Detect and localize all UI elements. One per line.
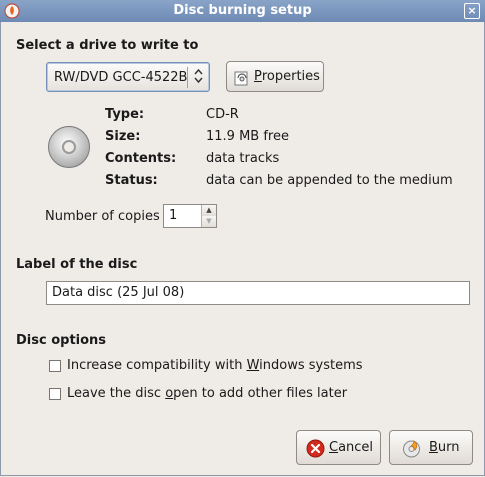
- options-heading: Disc options: [16, 333, 107, 348]
- type-value: CD-R: [206, 107, 239, 122]
- cancel-label-post: ancel: [338, 440, 374, 455]
- burn-mnemonic: B: [429, 440, 438, 455]
- windows-compat-label[interactable]: Increase compatibility with Windows syst…: [67, 358, 363, 373]
- opt1-pre: Increase compatibility with: [67, 358, 247, 373]
- type-label: Type:: [105, 107, 145, 122]
- burn-icon: [403, 440, 420, 458]
- contents-value: data tracks: [206, 151, 280, 166]
- drive-heading: Select a drive to write to: [16, 38, 199, 53]
- status-value: data can be appended to the medium: [206, 173, 453, 188]
- contents-label: Contents:: [105, 151, 177, 166]
- size-value: 11.9 MB free: [206, 129, 289, 144]
- status-label: Status:: [105, 173, 158, 188]
- opt1-mnemonic: W: [246, 358, 260, 373]
- cd-disc-icon: [48, 126, 90, 168]
- opt1-post: indows systems: [259, 358, 363, 373]
- label-heading: Label of the disc: [16, 257, 138, 272]
- drive-select[interactable]: RW/DVD GCC-4522B: [46, 62, 210, 92]
- opt2-mnemonic: o: [165, 386, 174, 401]
- drive-select-value: RW/DVD GCC-4522B: [54, 70, 188, 85]
- cancel-mnemonic: C: [329, 440, 339, 455]
- properties-label: Properties: [254, 62, 320, 91]
- leave-open-checkbox[interactable]: [49, 388, 61, 400]
- copies-spinner[interactable]: 1 ▲ ▼: [163, 204, 217, 228]
- chevron-updown-icon: [194, 68, 203, 86]
- window-title: Disc burning setup: [173, 3, 312, 18]
- copies-label: Number of copies: [45, 209, 160, 224]
- properties-icon: [234, 71, 248, 86]
- leave-open-label[interactable]: Leave the disc open to add other files l…: [67, 386, 347, 401]
- spin-down-icon[interactable]: ▼: [201, 216, 216, 227]
- cancel-label: Cancel: [329, 431, 373, 464]
- burn-button[interactable]: Burn: [389, 430, 473, 465]
- opt2-post: pen to add other files later: [173, 386, 348, 401]
- cancel-button[interactable]: Cancel: [296, 430, 381, 465]
- burn-label-post: urn: [437, 440, 460, 455]
- disc-label-value: Data disc (25 Jul 08): [52, 285, 185, 300]
- title-bar[interactable]: Disc burning setup ×: [0, 0, 485, 23]
- size-label: Size:: [105, 129, 141, 144]
- disc-label-input[interactable]: Data disc (25 Jul 08): [46, 281, 470, 305]
- windows-compat-checkbox[interactable]: [49, 360, 61, 372]
- properties-button[interactable]: Properties: [226, 61, 324, 92]
- combo-separator: [187, 67, 188, 88]
- burn-label: Burn: [429, 431, 460, 464]
- properties-mnemonic: P: [254, 69, 262, 84]
- copies-value[interactable]: 1: [169, 208, 177, 223]
- cancel-icon: [306, 439, 325, 458]
- opt2-pre: Leave the disc: [67, 386, 166, 401]
- properties-label-post: roperties: [261, 69, 320, 84]
- close-icon[interactable]: ×: [464, 3, 480, 19]
